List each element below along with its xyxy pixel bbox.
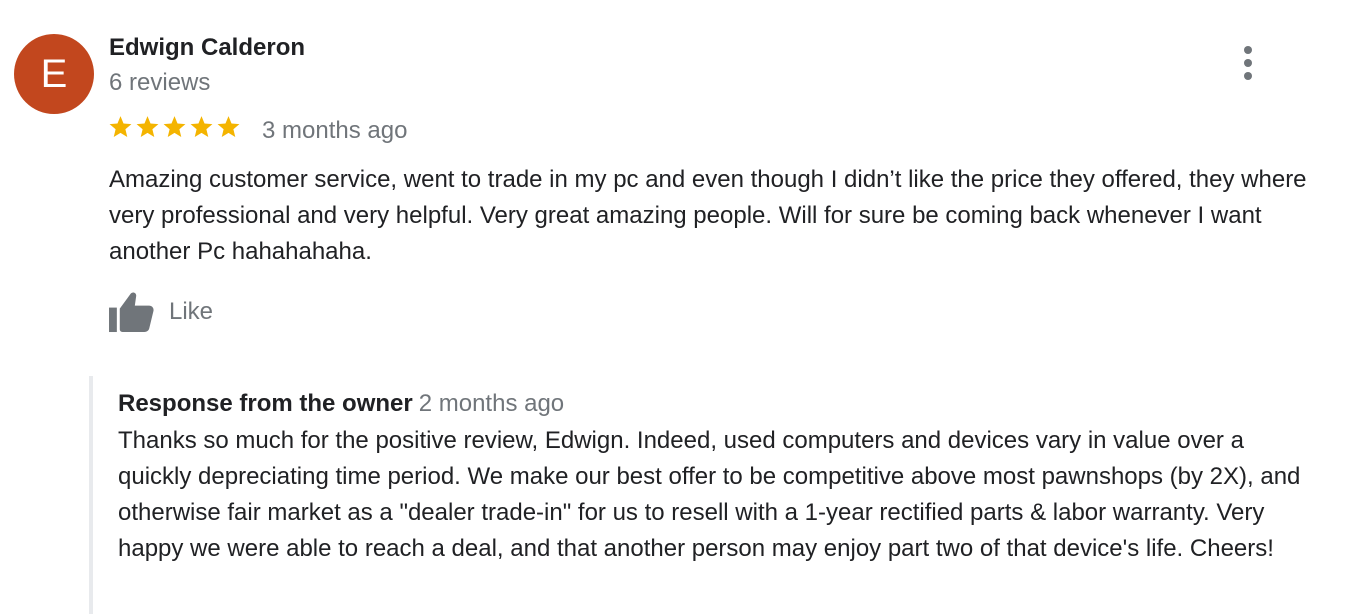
star-icon: [136, 116, 159, 138]
owner-response-text: Thanks so much for the positive review, …: [118, 427, 1301, 562]
more-options-button[interactable]: [1232, 44, 1264, 82]
like-label: Like: [169, 297, 214, 325]
star-rating: [108, 114, 241, 139]
owner-response-header: Response from the owner 2 months ago: [118, 390, 564, 418]
thumbs-up-icon: [109, 292, 154, 333]
more-vert-icon-dot: [1244, 59, 1252, 67]
more-vert-icon: [1244, 46, 1252, 54]
owner-response-title: Response from the owner: [118, 390, 413, 417]
more-vert-icon-dot: [1244, 72, 1252, 80]
star-icon: [163, 116, 186, 138]
review-count: 6 reviews: [109, 69, 211, 96]
like-button[interactable]: Like: [108, 290, 213, 333]
owner-response: Response from the owner 2 months ago Than…: [89, 376, 1329, 614]
owner-response-date: 2 months ago: [418, 390, 565, 417]
reviewer-name[interactable]: Edwign Calderon: [109, 34, 305, 62]
avatar[interactable]: E: [14, 34, 94, 114]
star-icon: [190, 116, 213, 138]
star-icon: [109, 116, 132, 138]
review-text: Amazing customer service, went to trade …: [109, 166, 1307, 265]
review-date: 3 months ago: [262, 117, 408, 144]
star-icon: [217, 116, 240, 138]
